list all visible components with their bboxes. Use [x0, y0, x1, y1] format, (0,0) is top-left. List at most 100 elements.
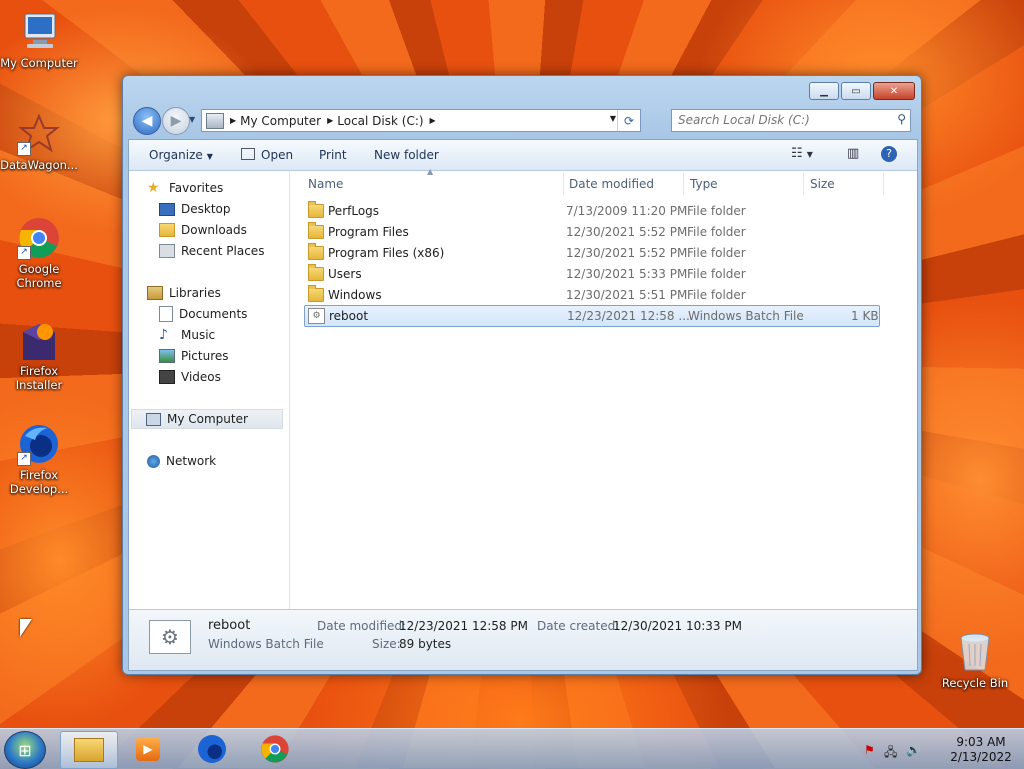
taskbar-chrome[interactable]: [247, 731, 303, 767]
navigation-pane: ★ Favorites Desktop Downloads Recent Plac…: [129, 171, 290, 610]
print-button[interactable]: Print: [319, 148, 347, 162]
column-header-size[interactable]: Size: [804, 173, 884, 195]
file-type: File folder: [687, 204, 746, 218]
file-type: File folder: [687, 246, 746, 260]
details-size: 89 bytes: [399, 637, 452, 651]
file-name: reboot: [329, 309, 369, 323]
file-date: 12/23/2021 12:58 ...: [567, 309, 690, 323]
nav-videos[interactable]: Videos: [159, 367, 221, 387]
column-label: Name: [308, 177, 344, 191]
nav-label: Favorites: [169, 181, 224, 195]
file-name: Program Files (x86): [328, 246, 445, 260]
gear-icon: ⚙: [149, 620, 191, 654]
preview-pane-icon[interactable]: ▥: [847, 146, 859, 161]
volume-icon[interactable]: 🔊: [906, 743, 921, 757]
column-label: Type: [690, 177, 718, 191]
shortcut-arrow-icon: ↗: [17, 452, 31, 466]
documents-icon: [159, 306, 173, 322]
computer-icon: [146, 412, 161, 426]
nav-recent-places[interactable]: Recent Places: [159, 241, 264, 261]
magnifier-icon[interactable]: ⚲: [897, 112, 906, 126]
breadcrumb-my-computer[interactable]: My Computer: [240, 114, 321, 128]
back-button[interactable]: ◀: [133, 107, 161, 135]
start-button[interactable]: ⊞: [4, 731, 46, 769]
window-controls: ▁ ▭ ✕: [809, 82, 915, 100]
desktop-icon-label: Firefox Develop...: [9, 468, 69, 496]
nav-label: Documents: [179, 307, 248, 321]
address-bar[interactable]: ▶ My Computer ▶ Local Disk (C:) ▶ ▼ ⟳: [201, 109, 641, 132]
nav-favorites[interactable]: ★ Favorites: [147, 178, 223, 198]
forward-button[interactable]: ▶: [162, 107, 190, 135]
nav-music[interactable]: ♪ Music: [159, 325, 215, 345]
network-icon: [147, 454, 160, 468]
search-box[interactable]: ⚲: [671, 109, 911, 132]
column-header-name[interactable]: Name: [302, 173, 564, 195]
nav-libraries[interactable]: Libraries: [147, 283, 221, 303]
desktop-icon-my-computer[interactable]: My Computer: [0, 10, 78, 70]
videos-icon: [159, 370, 175, 384]
file-date: 12/30/2021 5:52 PM: [566, 225, 688, 239]
table-row[interactable]: Program Files 12/30/2021 5:52 PM File fo…: [304, 222, 878, 242]
question-icon[interactable]: ?: [881, 146, 897, 162]
datawagon-icon: ↗: [17, 112, 61, 156]
folder-icon: [74, 738, 104, 762]
minimize-icon[interactable]: ▁: [809, 82, 839, 100]
downloads-folder-icon: [159, 223, 175, 237]
view-options-icon[interactable]: ☷ ▼: [791, 146, 813, 161]
new-folder-button[interactable]: New folder: [374, 148, 439, 162]
libraries-icon: [147, 286, 163, 300]
desktop-icon-label: My Computer: [0, 56, 78, 70]
nav-label: Music: [181, 328, 216, 342]
file-date: 12/30/2021 5:52 PM: [566, 246, 688, 260]
explorer-window[interactable]: ▁ ▭ ✕ ◀ ▶ ▼ ▶ My Computer ▶ Local Disk (…: [122, 75, 922, 675]
clock[interactable]: 9:03 AM 2/13/2022: [948, 735, 1014, 765]
search-input[interactable]: [672, 110, 884, 129]
folder-icon: [308, 243, 324, 260]
nav-my-computer[interactable]: My Computer: [131, 409, 283, 429]
address-dropdown-icon[interactable]: ▼: [610, 114, 616, 123]
table-row-selected[interactable]: ⚙ reboot 12/23/2021 12:58 ... Windows Ba…: [304, 305, 880, 327]
column-label: Size: [810, 177, 835, 191]
nav-downloads[interactable]: Downloads: [159, 220, 247, 240]
file-name: PerfLogs: [328, 204, 380, 218]
table-row[interactable]: Program Files (x86) 12/30/2021 5:52 PM F…: [304, 243, 878, 263]
taskbar-firefox-developer[interactable]: [184, 731, 240, 767]
nav-label: Videos: [181, 370, 221, 384]
table-row[interactable]: PerfLogs 7/13/2009 11:20 PM File folder: [304, 201, 878, 221]
desktop-icon-recycle-bin[interactable]: Recycle Bin: [936, 630, 1014, 690]
desktop-icon-firefox-installer[interactable]: Firefox Installer: [0, 318, 78, 392]
taskbar-media-player[interactable]: ▶: [120, 731, 176, 767]
file-type: File folder: [687, 288, 746, 302]
nav-label: Desktop: [181, 202, 231, 216]
close-icon[interactable]: ✕: [873, 82, 915, 100]
taskbar-explorer[interactable]: [60, 731, 118, 769]
breadcrumb-separator-icon[interactable]: ▶: [430, 116, 436, 125]
recent-pages-dropdown[interactable]: ▼: [189, 115, 195, 124]
nav-desktop[interactable]: Desktop: [159, 199, 231, 219]
open-button[interactable]: Open: [241, 148, 293, 162]
nav-network[interactable]: Network: [147, 451, 216, 471]
desktop-icon-label: DataWagon...: [0, 158, 78, 172]
nav-pictures[interactable]: Pictures: [159, 346, 229, 366]
maximize-icon[interactable]: ▭: [841, 82, 871, 100]
desktop-icon-google-chrome[interactable]: ↗ Google Chrome: [0, 216, 78, 290]
new-folder-label: New folder: [374, 148, 439, 162]
shortcut-arrow-icon: ↗: [17, 246, 31, 260]
network-status-icon[interactable]: 🖧: [884, 743, 897, 764]
action-center-flag-icon[interactable]: ⚑: [864, 743, 875, 757]
breadcrumb-local-disk[interactable]: Local Disk (C:): [337, 114, 423, 128]
desktop-icon-firefox-developer[interactable]: ↗ Firefox Develop...: [0, 422, 78, 496]
refresh-icon[interactable]: ⟳: [617, 110, 640, 131]
table-row[interactable]: Windows 12/30/2021 5:51 PM File folder: [304, 285, 878, 305]
folder-icon: [308, 285, 324, 302]
desktop-icon-datawagon[interactable]: ↗ DataWagon...: [0, 112, 78, 172]
nav-label: Downloads: [181, 223, 247, 237]
nav-documents[interactable]: Documents: [159, 304, 247, 324]
column-header-type[interactable]: Type: [684, 173, 804, 195]
organize-button[interactable]: Organize ▼: [149, 148, 213, 162]
chrome-icon: [261, 735, 289, 763]
music-icon: ♪: [159, 327, 168, 343]
taskbar: ⊞ ▶ ⚑ 🖧 🔊 9:03 AM 2/13/2022: [0, 728, 1024, 769]
table-row[interactable]: Users 12/30/2021 5:33 PM File folder: [304, 264, 878, 284]
column-header-date[interactable]: Date modified: [563, 173, 684, 195]
